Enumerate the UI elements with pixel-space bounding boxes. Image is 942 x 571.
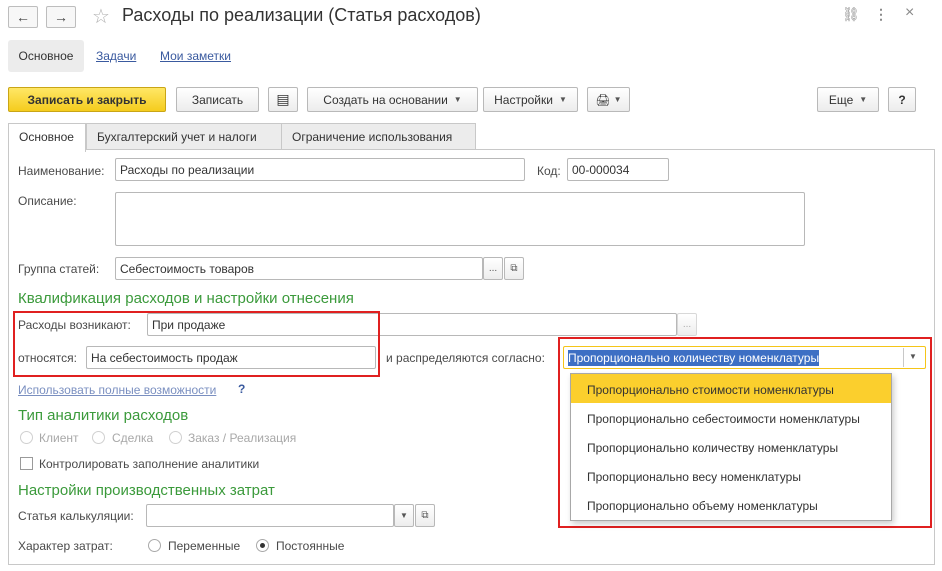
radio-deal[interactable] (92, 431, 105, 444)
tab-main[interactable]: Основное (8, 40, 84, 72)
dropdown-option[interactable]: Пропорционально себестоимости номенклату… (571, 403, 891, 432)
dropdown-option[interactable]: Пропорционально весу номенклатуры (571, 461, 891, 490)
caret-down-icon: ▼ (400, 511, 408, 520)
caret-down-icon: ▼ (859, 95, 868, 104)
full-features-link[interactable]: Использовать полные возможности (18, 383, 216, 397)
window-title: Расходы по реализации (Статья расходов) (122, 5, 481, 25)
radio-variable-label: Переменные (168, 539, 241, 553)
open-icon: ⧉ (510, 263, 518, 274)
control-analytics-checkbox[interactable] (20, 457, 33, 470)
group-select-button[interactable]: ... (483, 257, 503, 280)
caret-down-icon: ▼ (453, 95, 462, 104)
help-button[interactable]: ? (888, 87, 916, 112)
dropdown-option[interactable]: Пропорционально объему номенклатуры (571, 490, 891, 519)
caret-down-icon: ▼ (558, 95, 567, 104)
name-field[interactable]: Расходы по реализации (115, 158, 525, 181)
form-tab-accounting[interactable]: Бухгалтерский учет и налоги (86, 123, 282, 150)
code-field[interactable]: 00-000034 (567, 158, 669, 181)
dropdown-option[interactable]: Пропорционально стоимости номенклатуры (571, 374, 891, 403)
group-field[interactable]: Себестоимость товаров (115, 257, 483, 280)
description-label: Описание: (18, 194, 77, 208)
calc-item-open-button[interactable]: ⧉ (415, 504, 435, 527)
arrow-right-icon: → (54, 9, 68, 25)
more-label: Еще (828, 92, 854, 107)
radio-order-label: Заказ / Реализация (188, 431, 297, 445)
tab-tasks[interactable]: Задачи (96, 49, 136, 63)
radio-order[interactable] (169, 431, 182, 444)
radio-client-label: Клиент (39, 431, 79, 445)
back-button[interactable]: ← (8, 6, 38, 28)
name-label: Наименование: (18, 164, 105, 178)
print-icon: 🖨 (595, 92, 611, 107)
calc-item-label: Статья калькуляции: (18, 509, 134, 523)
more-button[interactable]: Еще ▼ (817, 87, 879, 112)
radio-variable[interactable] (148, 539, 161, 552)
radio-client[interactable] (20, 431, 33, 444)
save-button[interactable]: Записать (176, 87, 259, 112)
create-based-on-label: Создать на основании (323, 92, 448, 107)
dropdown-option[interactable]: Пропорционально количеству номенклатуры (571, 432, 891, 461)
radio-deal-label: Сделка (112, 431, 154, 445)
highlight-box-left (13, 311, 380, 377)
favorite-star-icon[interactable]: ☆ (92, 4, 110, 29)
radio-fixed[interactable] (256, 539, 269, 552)
settings-button[interactable]: Настройки ▼ (483, 87, 578, 112)
description-field[interactable] (115, 192, 805, 246)
forward-button[interactable]: → (46, 6, 76, 28)
more-menu-icon[interactable]: ⋮ (874, 6, 888, 23)
section-qualification-title: Квалификация расходов и настройки отнесе… (18, 290, 354, 307)
group-label: Группа статей: (18, 262, 100, 276)
section-analytics-title: Тип аналитики расходов (18, 407, 189, 424)
link-icon[interactable]: ⛓ (842, 6, 860, 23)
section-production-title: Настройки производственных затрат (18, 482, 275, 499)
help-question-icon[interactable]: ? (238, 382, 245, 396)
control-analytics-label: Контролировать заполнение аналитики (39, 457, 260, 471)
tab-my-notes[interactable]: Мои заметки (160, 49, 231, 63)
list-button[interactable]: ▤ (268, 87, 298, 112)
save-and-close-button[interactable]: Записать и закрыть (8, 87, 166, 112)
arrow-left-icon: ← (16, 9, 30, 25)
caret-down-icon: ▼ (613, 95, 622, 104)
group-open-button[interactable]: ⧉ (504, 257, 524, 280)
list-icon: ▤ (276, 91, 290, 107)
print-button[interactable]: 🖨 ▼ (587, 87, 630, 112)
close-icon[interactable]: × (905, 4, 914, 22)
cost-nature-label: Характер затрат: (18, 539, 113, 553)
calc-item-field[interactable] (146, 504, 394, 527)
arise-select-button[interactable]: ... (677, 313, 697, 336)
distribute-label: и распределяются согласно: (386, 351, 545, 365)
create-based-on-button[interactable]: Создать на основании ▼ (307, 87, 478, 112)
form-tab-main[interactable]: Основное (8, 123, 86, 152)
form-tab-restrictions[interactable]: Ограничение использования (281, 123, 476, 150)
settings-label: Настройки (494, 92, 553, 107)
open-icon: ⧉ (421, 510, 429, 521)
calc-item-dropdown-button[interactable]: ▼ (394, 504, 414, 527)
radio-fixed-label: Постоянные (276, 539, 345, 553)
distribute-dropdown-list: Пропорционально стоимости номенклатуры П… (570, 373, 892, 521)
code-label: Код: (537, 164, 561, 178)
